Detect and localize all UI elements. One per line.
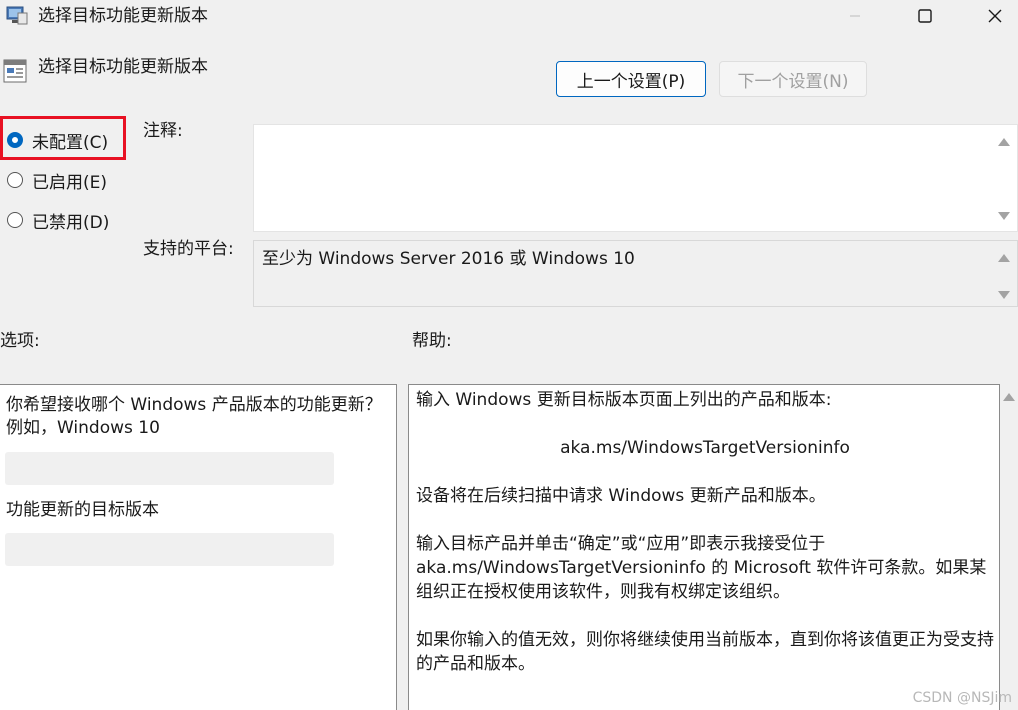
close-button[interactable] <box>972 0 1018 32</box>
app-icon <box>6 6 28 25</box>
title-bar: 选择目标功能更新版本 <box>0 0 1018 38</box>
previous-setting-button[interactable]: 上一个设置(P) <box>556 61 706 97</box>
close-icon <box>988 9 1002 23</box>
scroll-down-icon[interactable] <box>997 290 1011 300</box>
radio-button[interactable] <box>7 132 23 148</box>
policy-title: 选择目标功能更新版本 <box>38 57 208 77</box>
radio-button[interactable] <box>7 212 23 228</box>
help-paragraph: 如果你输入的值无效，则你将继续使用当前版本，直到你将该值更正为受支持的产品和版本… <box>416 630 994 674</box>
product-version-input[interactable] <box>5 452 334 485</box>
policy-icon <box>3 59 27 83</box>
platform-scrollbar[interactable] <box>991 241 1017 306</box>
radio-label: 已启用(E) <box>32 172 108 193</box>
target-version-input[interactable] <box>5 533 334 566</box>
scroll-up-icon[interactable] <box>997 137 1011 147</box>
help-scrollbar[interactable] <box>1000 384 1018 710</box>
comment-label: 注释: <box>143 121 183 141</box>
comment-scrollbar[interactable] <box>991 125 1017 231</box>
help-label: 帮助: <box>412 331 452 351</box>
window-title: 选择目标功能更新版本 <box>38 6 208 26</box>
watermark: CSDN @NSJim <box>912 690 1012 706</box>
help-paragraph: 设备将在后续扫描中请求 Windows 更新产品和版本。 <box>416 486 826 506</box>
target-version-label: 功能更新的目标版本 <box>6 500 159 520</box>
comment-textarea[interactable] <box>253 124 1018 232</box>
platform-value: 至少为 Windows Server 2016 或 Windows 10 <box>262 249 635 269</box>
scroll-down-icon[interactable] <box>997 211 1011 221</box>
options-panel: 你希望接收哪个 Windows 产品版本的功能更新？例如，Windows 10 … <box>0 384 397 710</box>
options-description: 你希望接收哪个 Windows 产品版本的功能更新？例如，Windows 10 <box>6 395 382 438</box>
radio-label: 未配置(C) <box>32 132 109 153</box>
maximize-button[interactable] <box>902 0 948 32</box>
radio-disabled[interactable]: 已禁用(D) <box>7 208 110 233</box>
help-panel: 输入 Windows 更新目标版本页面上列出的产品和版本: aka.ms/Win… <box>408 384 1000 710</box>
maximize-icon <box>918 9 932 23</box>
help-link: aka.ms/WindowsTargetVersioninfo <box>560 438 850 458</box>
platform-label: 支持的平台: <box>143 239 234 259</box>
platform-field: 至少为 Windows Server 2016 或 Windows 10 <box>253 240 1018 307</box>
radio-not-configured[interactable]: 未配置(C) <box>7 128 109 153</box>
options-label: 选项: <box>0 331 40 351</box>
radio-enabled[interactable]: 已启用(E) <box>7 168 108 193</box>
scroll-up-icon[interactable] <box>1002 392 1016 402</box>
minimize-button[interactable] <box>832 0 878 32</box>
help-paragraph: 输入目标产品并单击“确定”或“应用”即表示我接受位于 aka.ms/Window… <box>416 534 987 602</box>
radio-label: 已禁用(D) <box>32 212 110 233</box>
help-text: 输入 Windows 更新目标版本页面上列出的产品和版本: aka.ms/Win… <box>416 388 994 700</box>
help-paragraph: 输入 Windows 更新目标版本页面上列出的产品和版本: <box>416 390 832 410</box>
scroll-up-icon[interactable] <box>997 253 1011 263</box>
minimize-icon <box>850 15 860 17</box>
next-setting-button[interactable]: 下一个设置(N) <box>719 61 867 97</box>
radio-button[interactable] <box>7 172 23 188</box>
